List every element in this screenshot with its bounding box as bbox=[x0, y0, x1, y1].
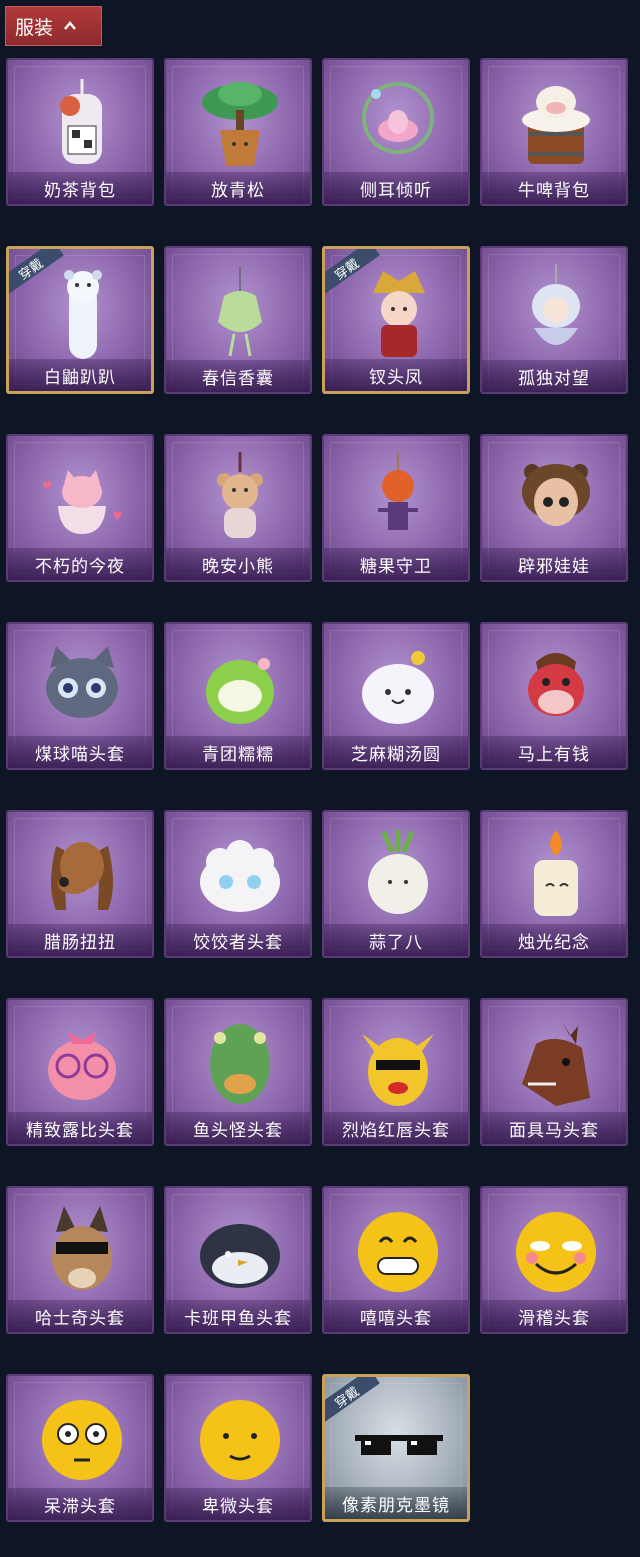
outfit-card[interactable]: 孤独对望 bbox=[480, 246, 628, 394]
red-horse-head-icon bbox=[528, 653, 584, 716]
item-name: 面具马头套 bbox=[482, 1112, 626, 1144]
item-name: 晚安小熊 bbox=[166, 548, 310, 580]
sachet-icon bbox=[218, 266, 262, 357]
item-name: 烈焰红唇头套 bbox=[324, 1112, 468, 1144]
grin-emoji-icon bbox=[358, 1212, 438, 1292]
rice-dumpling-icon bbox=[362, 651, 434, 724]
outfit-card[interactable]: 马上有钱 bbox=[480, 622, 628, 770]
outfit-card[interactable]: 腊肠扭扭 bbox=[6, 810, 154, 958]
outfit-card[interactable]: 饺饺者头套 bbox=[164, 810, 312, 958]
outfit-card[interactable]: 哈士奇头套 bbox=[6, 1186, 154, 1334]
candle-head-icon bbox=[534, 830, 578, 916]
item-name: 饺饺者头套 bbox=[166, 924, 310, 956]
dumpling-head-icon bbox=[200, 840, 280, 912]
outfit-card[interactable]: 烛光纪念 bbox=[480, 810, 628, 958]
outfit-card[interactable]: 春信香囊 bbox=[164, 246, 312, 394]
pixel-sunglasses-icon bbox=[355, 1435, 443, 1455]
item-name: 卡班甲鱼头套 bbox=[166, 1300, 310, 1332]
humble-emoji-icon bbox=[200, 1400, 280, 1480]
outfit-card[interactable]: 青团糯糯 bbox=[164, 622, 312, 770]
outfit-card[interactable]: 鱼头怪头套 bbox=[164, 998, 312, 1146]
pine-bonsai-icon bbox=[202, 82, 278, 166]
item-name: 糖果守卫 bbox=[324, 548, 468, 580]
outfit-card[interactable]: 呆滞头套 bbox=[6, 1374, 154, 1522]
outfit-card[interactable]: 精致露比头套 bbox=[6, 998, 154, 1146]
outfit-card[interactable]: 奶茶背包 bbox=[6, 58, 154, 206]
stunned-emoji-icon bbox=[42, 1400, 122, 1480]
item-name: 侧耳倾听 bbox=[324, 172, 468, 204]
phoenix-crown-doll-icon bbox=[373, 271, 425, 357]
chevron-up-icon bbox=[64, 21, 76, 30]
outfit-card[interactable]: 放青松 bbox=[164, 58, 312, 206]
item-name: 奶茶背包 bbox=[8, 172, 152, 204]
yellow-mouse-sunglasses-icon bbox=[362, 1034, 434, 1106]
item-name: 放青松 bbox=[166, 172, 310, 204]
item-name: 牛啤背包 bbox=[482, 172, 626, 204]
outfit-card[interactable]: 嘻嘻头套 bbox=[322, 1186, 470, 1334]
penguin-fish-head-icon bbox=[200, 1224, 280, 1288]
item-name: 孤独对望 bbox=[482, 360, 626, 392]
outfit-card[interactable]: 芝麻糊汤圆 bbox=[322, 622, 470, 770]
outfit-card-equipped[interactable]: 穿戴 白鼬趴趴 bbox=[6, 246, 154, 394]
item-name: 呆滞头套 bbox=[8, 1488, 152, 1520]
item-name: 鱼头怪头套 bbox=[166, 1112, 310, 1144]
outfit-card[interactable]: 蒜了八 bbox=[322, 810, 470, 958]
item-name: 不朽的今夜 bbox=[8, 548, 152, 580]
fish-head-icon bbox=[210, 1024, 270, 1104]
milk-tea-backpack-icon bbox=[60, 79, 102, 164]
beer-barrel-cow-icon bbox=[522, 86, 590, 164]
item-name: 白鼬趴趴 bbox=[9, 359, 151, 391]
item-name: 卑微头套 bbox=[166, 1488, 310, 1520]
item-name: 嘻嘻头套 bbox=[324, 1300, 468, 1332]
green-rice-ball-icon bbox=[206, 658, 274, 724]
outfit-tab[interactable]: 服装 bbox=[5, 6, 102, 46]
outfit-card[interactable]: 牛啤背包 bbox=[480, 58, 628, 206]
item-name: 马上有钱 bbox=[482, 736, 626, 768]
item-name: 芝麻糊汤圆 bbox=[324, 736, 468, 768]
outfit-card[interactable]: 辟邪娃娃 bbox=[480, 434, 628, 582]
item-name: 哈士奇头套 bbox=[8, 1300, 152, 1332]
doll-head-icon bbox=[522, 464, 590, 526]
smirk-emoji-icon bbox=[516, 1212, 596, 1292]
dachshund-head-icon bbox=[51, 842, 113, 910]
outfit-grid: 奶茶背包 放青松 侧耳倾听 牛啤背包 穿戴 白鼬趴趴 春信香囊 穿戴 钗头凤 孤… bbox=[6, 58, 628, 1522]
silver-hair-doll-icon bbox=[532, 264, 580, 345]
svg-text:♥: ♥ bbox=[42, 479, 53, 493]
item-name: 钗头凤 bbox=[325, 359, 467, 391]
outfit-card-equipped[interactable]: 穿戴 钗头凤 bbox=[322, 246, 470, 394]
outfit-card[interactable]: ♥ ♥ 不朽的今夜 bbox=[6, 434, 154, 582]
item-name: 精致露比头套 bbox=[8, 1112, 152, 1144]
outfit-card-equipped[interactable]: 穿戴 像素朋克墨镜 bbox=[322, 1374, 470, 1522]
outfit-tab-label: 服装 bbox=[15, 16, 54, 39]
item-name: 腊肠扭扭 bbox=[8, 924, 152, 956]
svg-text:♥: ♥ bbox=[112, 509, 123, 523]
item-name: 烛光纪念 bbox=[482, 924, 626, 956]
pumpkin-scarecrow-icon bbox=[378, 452, 418, 530]
fox-bowl-icon: ♥ ♥ bbox=[42, 470, 123, 534]
pink-beaver-glasses-icon bbox=[48, 1032, 116, 1100]
outfit-card[interactable]: 侧耳倾听 bbox=[322, 58, 470, 206]
outfit-card[interactable]: 晚安小熊 bbox=[164, 434, 312, 582]
item-name: 像素朋克墨镜 bbox=[325, 1487, 467, 1519]
item-name: 辟邪娃娃 bbox=[482, 548, 626, 580]
item-name: 煤球喵头套 bbox=[8, 736, 152, 768]
outfit-card[interactable]: 煤球喵头套 bbox=[6, 622, 154, 770]
garlic-head-icon bbox=[368, 830, 428, 914]
outfit-card[interactable]: 卡班甲鱼头套 bbox=[164, 1186, 312, 1334]
outfit-card[interactable]: 滑稽头套 bbox=[480, 1186, 628, 1334]
teddy-bear-icon bbox=[217, 452, 263, 538]
lotus-wreath-icon bbox=[362, 82, 434, 154]
outfit-card[interactable]: 糖果守卫 bbox=[322, 434, 470, 582]
item-name: 滑稽头套 bbox=[482, 1300, 626, 1332]
outfit-card[interactable]: 卑微头套 bbox=[164, 1374, 312, 1522]
outfit-card[interactable]: 面具马头套 bbox=[480, 998, 628, 1146]
item-name: 春信香囊 bbox=[166, 360, 310, 392]
horse-mask-icon bbox=[522, 1022, 590, 1106]
white-ferret-icon bbox=[64, 270, 102, 359]
husky-sunglasses-icon bbox=[52, 1206, 112, 1290]
gray-cat-head-icon bbox=[46, 646, 118, 718]
outfit-card[interactable]: 烈焰红唇头套 bbox=[322, 998, 470, 1146]
item-name: 青团糯糯 bbox=[166, 736, 310, 768]
item-name: 蒜了八 bbox=[324, 924, 468, 956]
